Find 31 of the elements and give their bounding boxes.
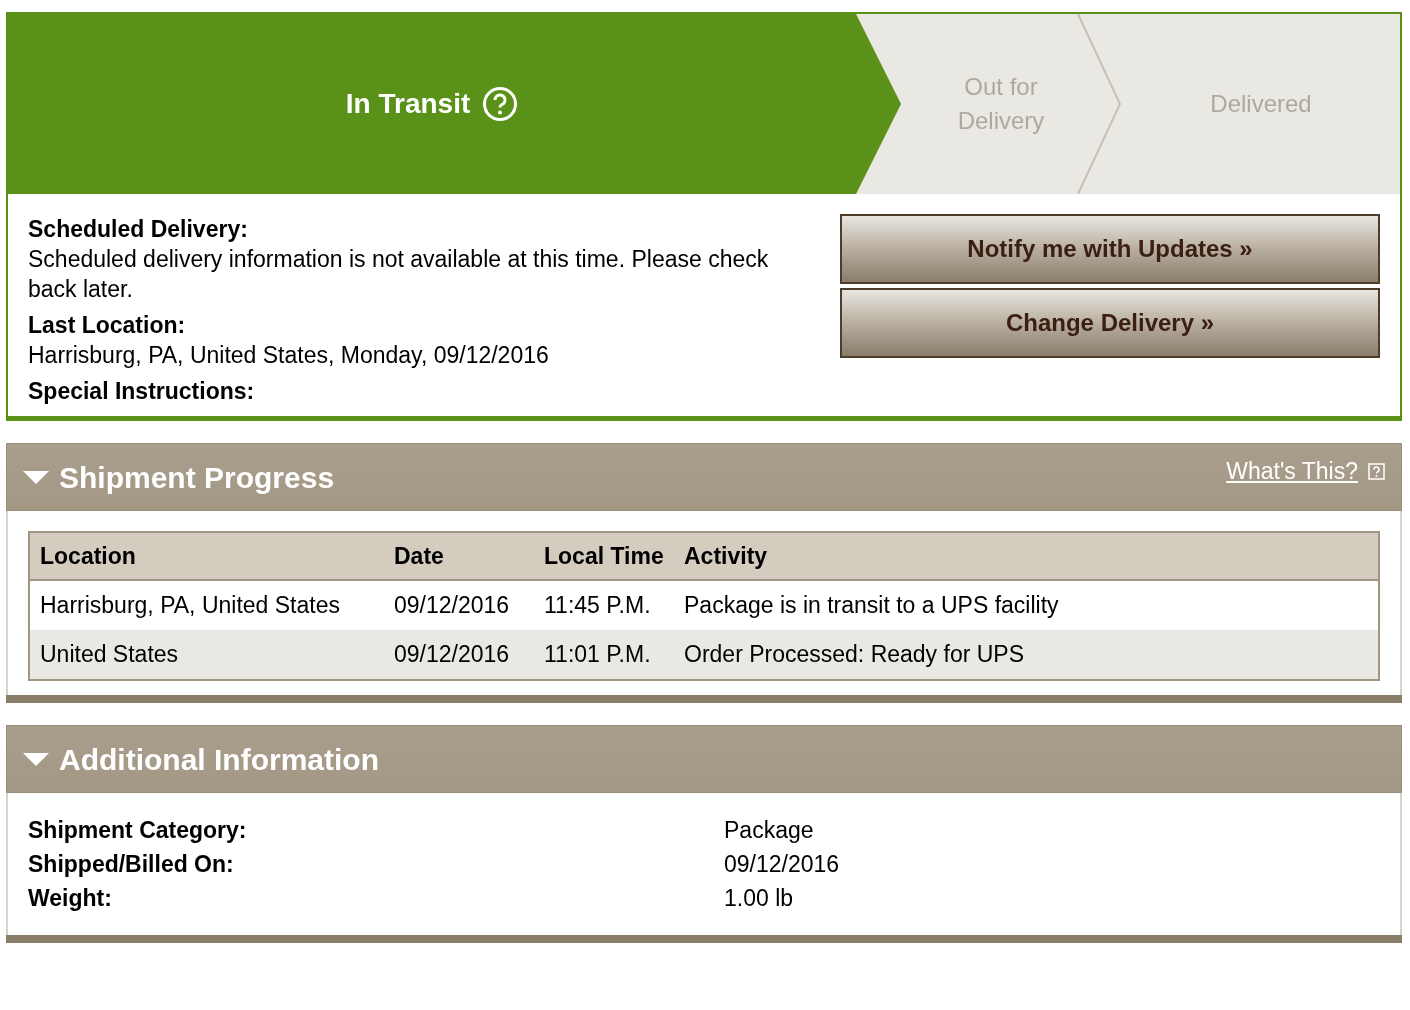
field-label: Shipment Category: [28, 816, 248, 845]
table-cell: Harrisburg, PA, United States [29, 580, 384, 630]
table-cell: 11:45 P.M. [534, 580, 674, 630]
section-title: Shipment Progress [59, 459, 335, 496]
table-cell: Order Processed: Ready for UPS [674, 630, 1379, 680]
field-value: 09/12/2016 [724, 850, 840, 879]
field-value: Harrisburg, PA, United States, Monday, 09/12/2016 [28, 341, 550, 370]
column-header: Activity [674, 532, 1379, 580]
field-value: Scheduled delivery information is not available at this time. Please check back later. [28, 245, 770, 304]
table-cell: Package is in transit to a UPS facility [674, 580, 1379, 630]
field-label: Scheduled Delivery: [28, 215, 249, 244]
progress-step: Delivered [1122, 14, 1400, 194]
table-cell: 09/12/2016 [384, 630, 534, 680]
table-cell: United States [29, 630, 384, 680]
progress-step: In Transit [8, 14, 901, 194]
section-title: Additional Information [59, 741, 379, 778]
field-label: Special Instructions: [28, 377, 256, 406]
field-value: 1.00 lb [724, 884, 794, 913]
column-header: Date [384, 532, 534, 580]
field-label: Shipped/Billed On: [28, 850, 235, 879]
field-label: Weight: [28, 884, 113, 913]
table-cell: 11:01 P.M. [534, 630, 674, 680]
help-icon [482, 86, 519, 122]
help-icon [1368, 462, 1385, 480]
action-button[interactable]: Notify me with Updates » [840, 214, 1380, 284]
action-button[interactable]: Change Delivery » [840, 288, 1380, 358]
column-header: Location [29, 532, 384, 580]
field-label: Last Location: [28, 311, 187, 340]
table-cell: 09/12/2016 [384, 580, 534, 630]
column-header: Local Time [534, 532, 674, 580]
field-value: Package [724, 816, 814, 845]
